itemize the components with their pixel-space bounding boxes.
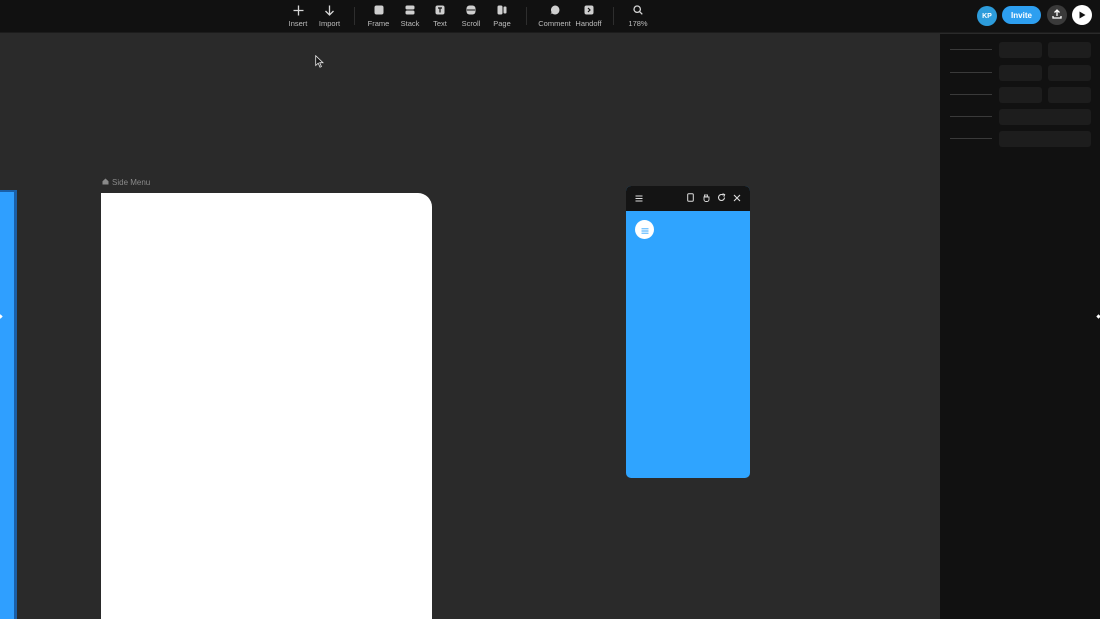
preview-window <box>626 186 750 478</box>
play-icon <box>1078 6 1086 24</box>
handoff-icon <box>582 3 596 17</box>
side-menu-frame[interactable] <box>101 193 432 619</box>
search-icon <box>631 3 645 17</box>
home-icon <box>102 178 109 187</box>
zoom-level: 178% <box>628 19 648 28</box>
upload-icon <box>1052 6 1062 24</box>
touch-button[interactable] <box>700 192 712 204</box>
insert-tool[interactable]: Insert <box>288 2 308 30</box>
scroll-icon <box>464 3 478 17</box>
property-row <box>940 42 1100 58</box>
toolbar-divider <box>613 7 614 25</box>
property-row <box>940 87 1100 103</box>
publish-button[interactable] <box>1047 5 1067 25</box>
zoom-tool[interactable]: 178% <box>627 2 649 30</box>
insert-label: Insert <box>288 19 308 28</box>
close-icon <box>733 189 741 207</box>
preview-button[interactable] <box>1072 5 1092 25</box>
comment-tool[interactable]: Comment <box>538 2 571 30</box>
frame-title[interactable]: Side Menu <box>102 178 150 187</box>
frame-tool[interactable]: Frame <box>367 2 390 30</box>
property-field[interactable] <box>1048 65 1091 81</box>
property-field[interactable] <box>999 109 1091 125</box>
properties-panel <box>940 34 1100 619</box>
offscreen-frame[interactable] <box>0 190 17 619</box>
comment-icon <box>548 3 562 17</box>
property-label-placeholder <box>950 72 992 73</box>
preview-menu-button[interactable] <box>633 192 645 204</box>
device-button[interactable] <box>684 192 696 204</box>
frame-title-label: Side Menu <box>112 178 151 187</box>
phone-icon <box>686 189 694 207</box>
resize-handle[interactable] <box>0 306 3 319</box>
property-label-placeholder <box>950 94 992 95</box>
hand-icon <box>703 189 710 207</box>
preview-toolbar <box>626 186 750 211</box>
handoff-label: Handoff <box>575 19 602 28</box>
top-toolbar: Insert Import Frame Stack Text Scroll Pa… <box>0 0 1100 33</box>
reload-icon <box>717 189 726 207</box>
scroll-label: Scroll <box>461 19 481 28</box>
resize-handle[interactable] <box>1096 306 1100 319</box>
stack-icon <box>403 3 417 17</box>
toolbar-divider <box>354 7 355 25</box>
avatar[interactable]: KP <box>977 6 997 26</box>
scroll-tool[interactable]: Scroll <box>460 2 482 30</box>
property-field[interactable] <box>999 87 1042 103</box>
property-label-placeholder <box>950 138 992 139</box>
property-field[interactable] <box>999 42 1042 58</box>
stack-tool[interactable]: Stack <box>399 2 421 30</box>
resize-handle[interactable] <box>547 614 553 619</box>
property-field[interactable] <box>999 131 1091 147</box>
arrow-down-icon <box>323 3 337 17</box>
handoff-tool[interactable]: Handoff <box>574 2 603 30</box>
property-row <box>940 65 1100 81</box>
mouse-cursor-icon <box>315 54 324 68</box>
property-field[interactable] <box>1048 87 1091 103</box>
hamburger-icon <box>641 221 649 239</box>
hamburger-icon <box>635 189 643 207</box>
property-label-placeholder <box>950 49 992 50</box>
property-field[interactable] <box>999 65 1042 81</box>
property-row <box>940 131 1100 147</box>
property-row <box>940 109 1100 125</box>
invite-button[interactable]: Invite <box>1002 6 1041 24</box>
page-label: Page <box>493 19 511 28</box>
text-label: Text <box>433 19 447 28</box>
close-preview-button[interactable] <box>731 192 743 204</box>
frame-label: Frame <box>367 19 390 28</box>
stack-label: Stack <box>400 19 420 28</box>
text-icon <box>433 3 447 17</box>
property-label-placeholder <box>950 116 992 117</box>
import-label: Import <box>318 19 341 28</box>
text-tool[interactable]: Text <box>431 2 449 30</box>
page-tool[interactable]: Page <box>492 2 512 30</box>
property-field[interactable] <box>1048 42 1091 58</box>
toolbar-divider <box>526 7 527 25</box>
reload-button[interactable] <box>715 192 727 204</box>
page-icon <box>495 3 509 17</box>
preview-hamburger-button[interactable] <box>635 220 654 239</box>
import-tool[interactable]: Import <box>317 2 342 30</box>
plus-icon <box>291 3 305 17</box>
comment-label: Comment <box>538 19 571 28</box>
frame-icon <box>372 3 386 17</box>
